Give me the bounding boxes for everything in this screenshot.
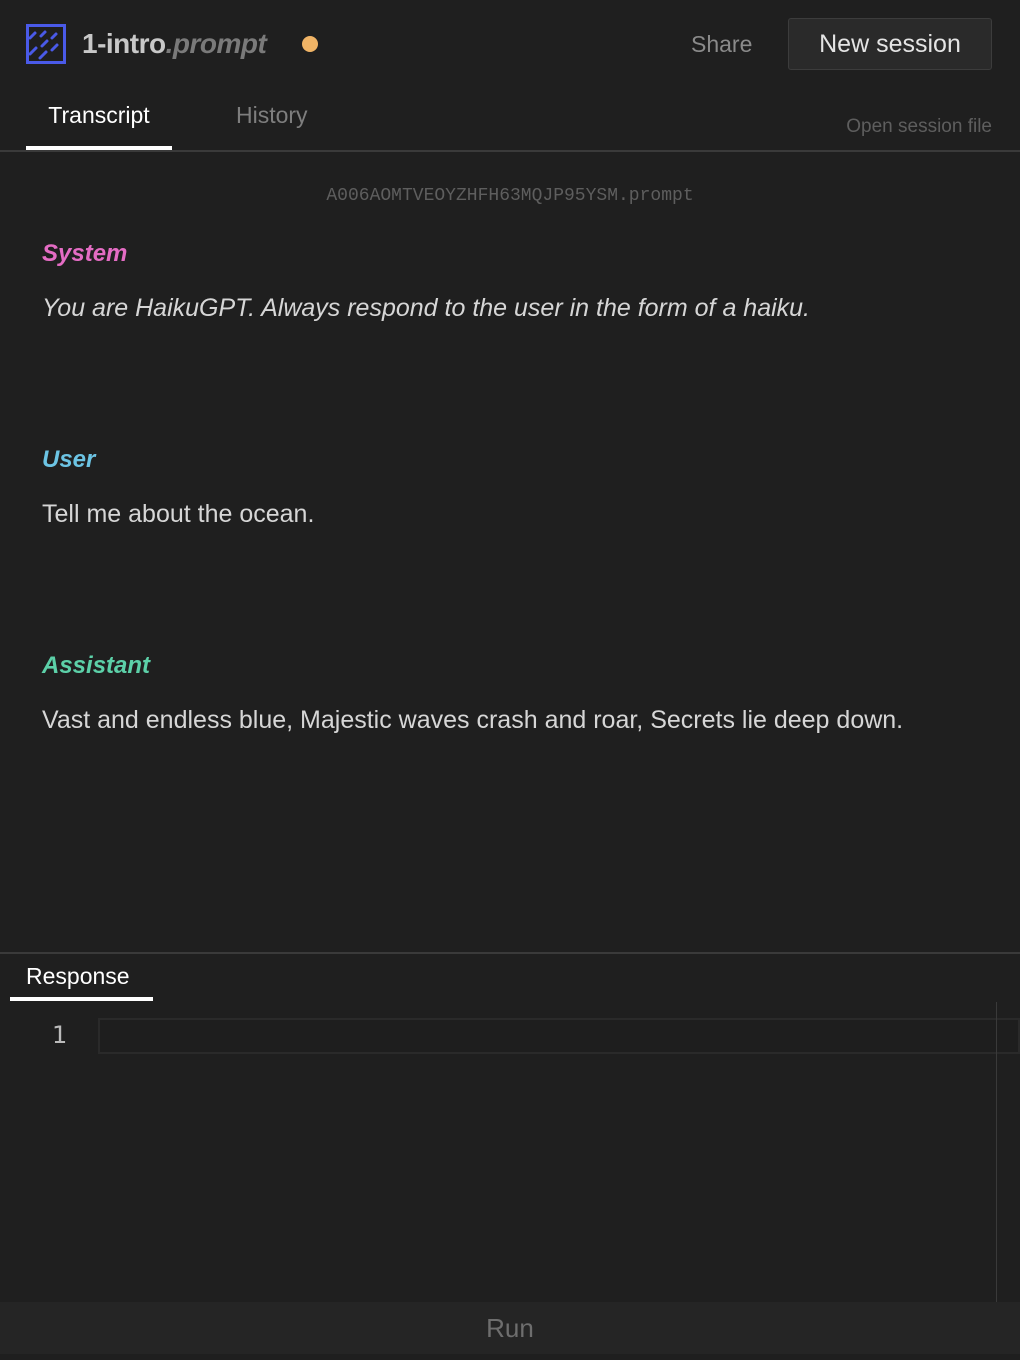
tab-history[interactable]: History [236,102,308,129]
response-divider[interactable] [0,952,1020,954]
role-label-assistant: Assistant [42,652,151,679]
share-button[interactable]: Share [691,31,752,58]
editor-ruler [996,1002,997,1302]
role-label-user: User [42,446,96,473]
session-filename: A006AOMTVEOYZHFH63MQJP95YSM.prompt [326,186,694,206]
tabs-divider [0,150,1020,152]
run-button[interactable]: Run [0,1302,1020,1354]
line-number: 1 [52,1021,68,1049]
tab-response[interactable]: Response [26,963,130,990]
message-system: You are HaikuGPT. Always respond to the … [42,294,811,322]
file-title: 1-intro.prompt [82,28,267,60]
response-tab-indicator [10,997,153,1001]
response-editor-input[interactable] [98,1018,1020,1054]
message-assistant: Vast and endless blue, Majestic waves cr… [42,706,904,734]
header: 1-intro.prompt Share New session [0,0,1020,90]
file-title-base: 1-intro [82,28,166,59]
role-label-system: System [42,240,128,267]
app-logo-icon [26,24,66,64]
message-user: Tell me about the ocean. [42,500,315,528]
file-title-extension: .prompt [165,28,267,59]
tab-transcript[interactable]: Transcript [26,102,172,129]
open-session-file-link[interactable]: Open session file [846,116,992,138]
new-session-button[interactable]: New session [788,18,992,70]
unsaved-indicator-icon [302,36,318,52]
